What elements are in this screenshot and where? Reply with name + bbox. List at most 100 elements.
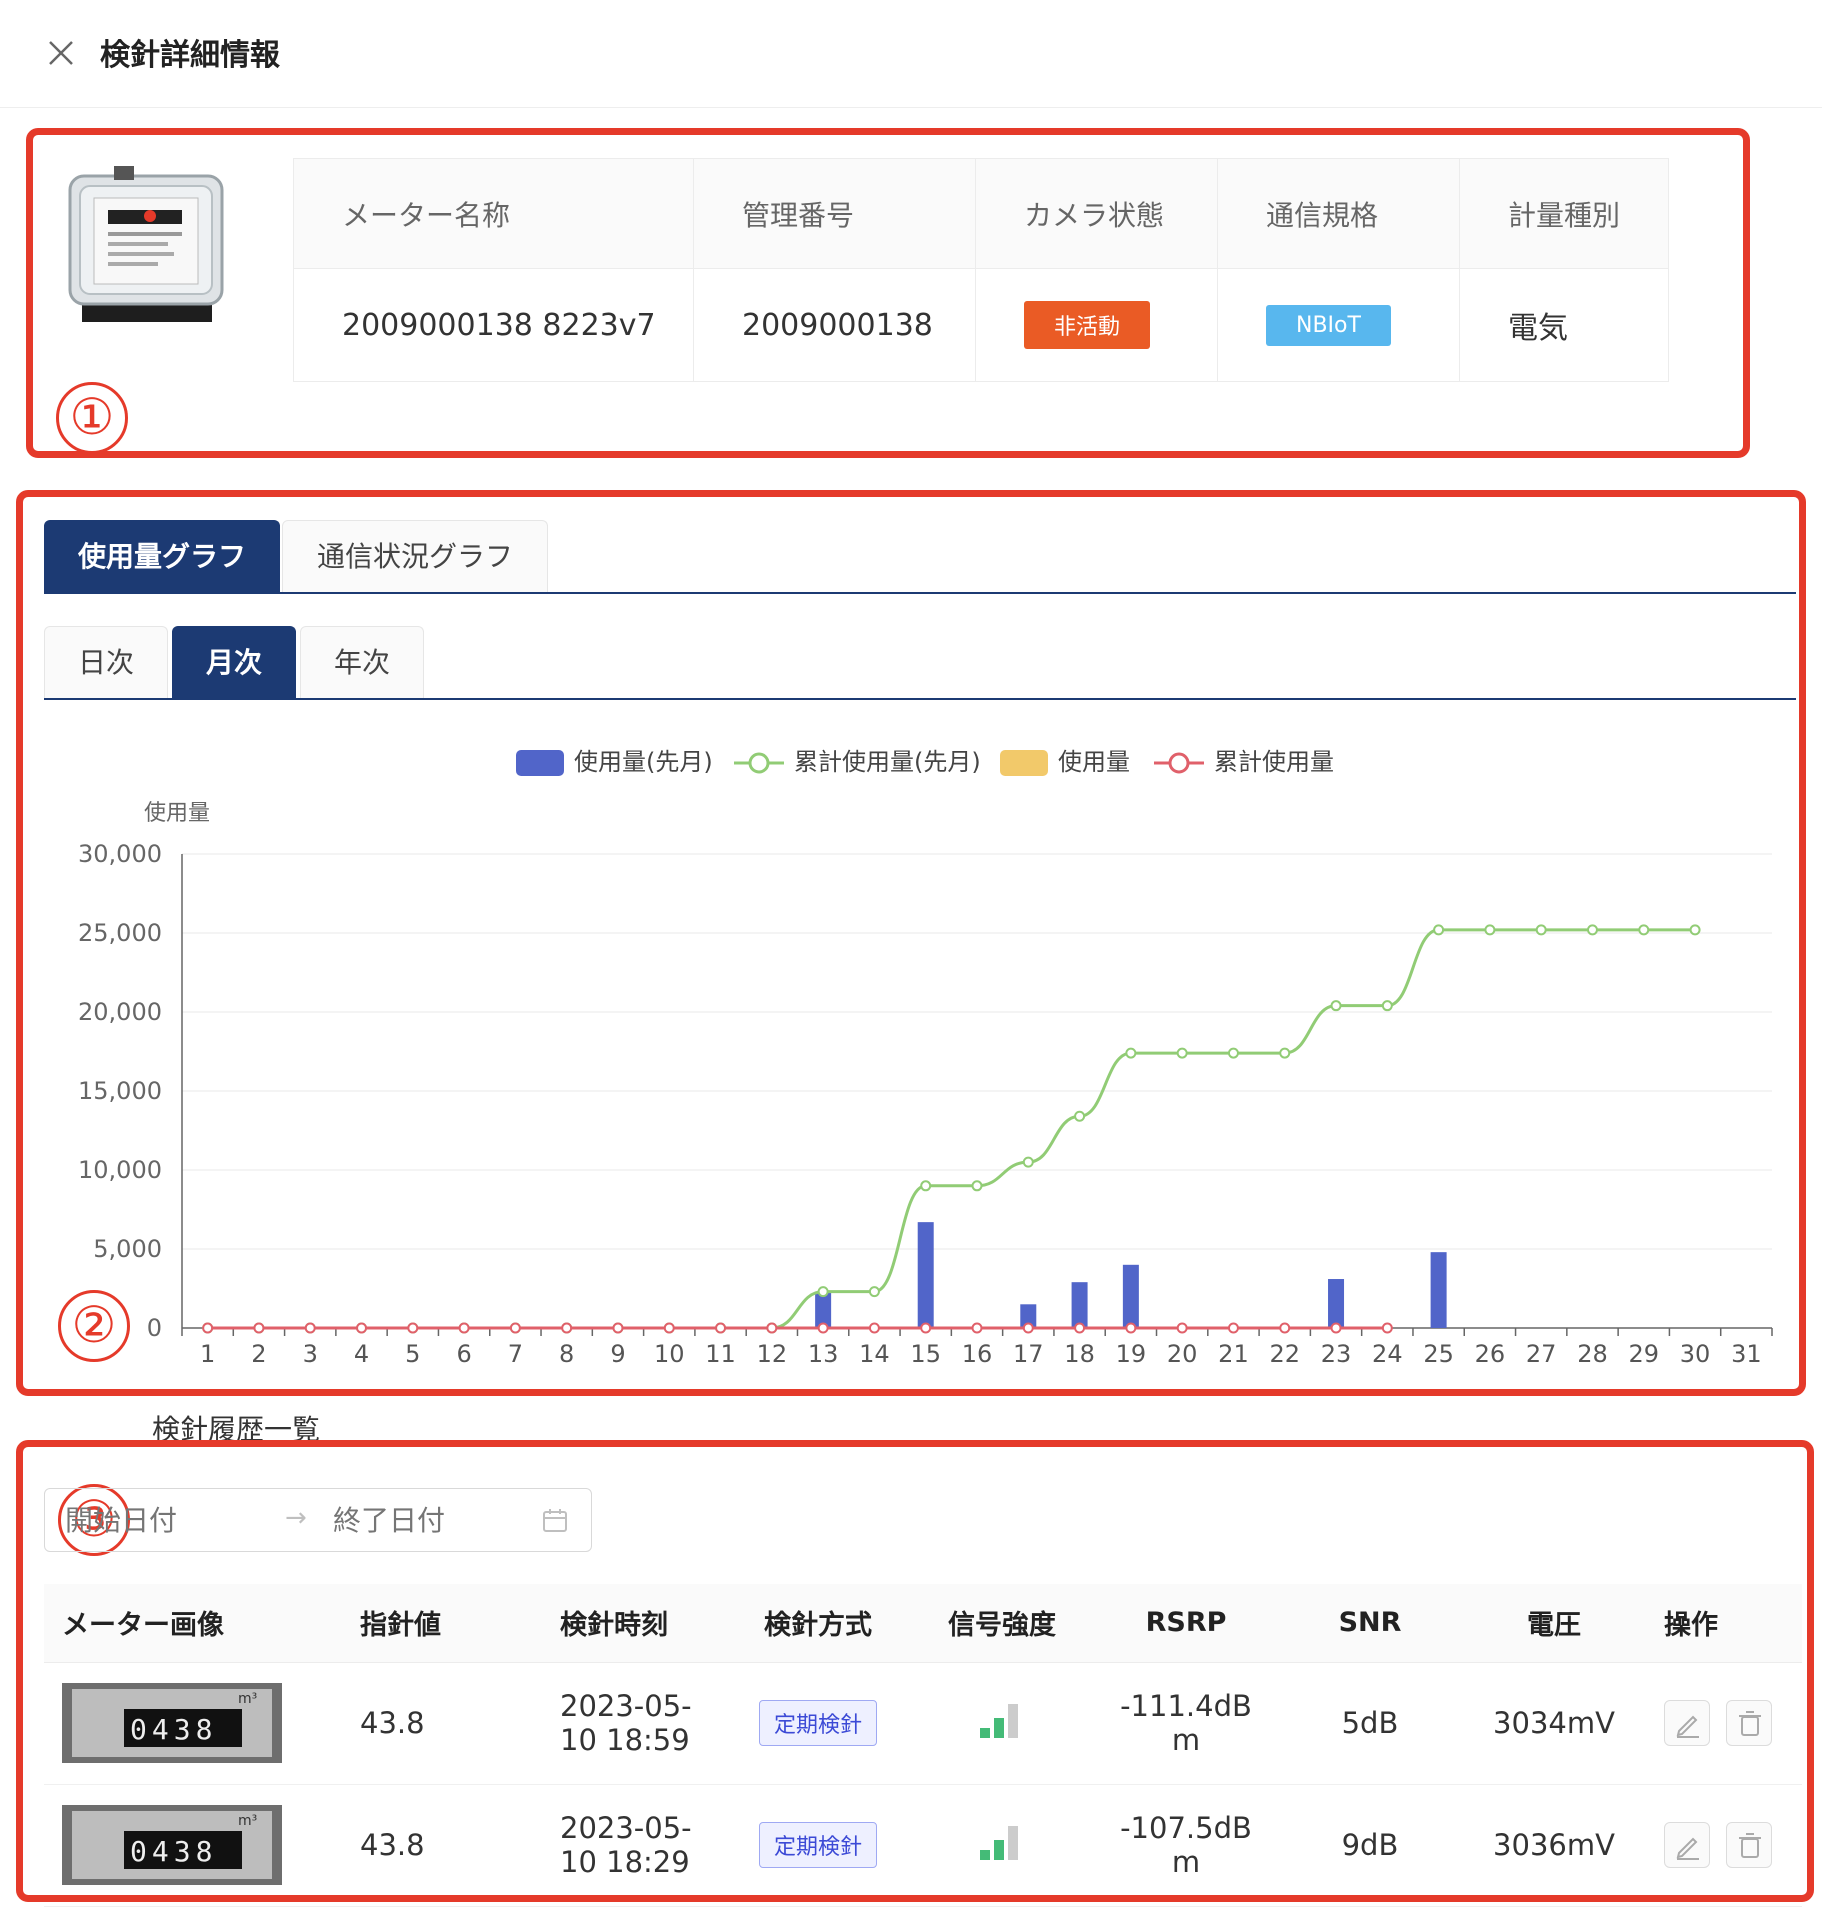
table-row: 0438 m³ 43.8 2023-05- 10 18:29 定期検針 -107.…	[44, 1784, 1802, 1907]
start-date-input[interactable]	[65, 1504, 245, 1537]
legend-label-cumulative: 累計使用量	[1214, 748, 1334, 776]
point-cumulative-prev	[1022, 1156, 1034, 1168]
meter-reading-thumbnail[interactable]: 0438 m³	[62, 1683, 282, 1763]
reading-value: 43.8	[342, 1784, 542, 1907]
point-cumulative-prev	[1125, 1047, 1137, 1059]
y-axis-label: 使用量	[144, 801, 210, 826]
rsrp-value: -111.4dB m	[1094, 1662, 1278, 1785]
point-cumulative-current	[202, 1322, 214, 1334]
tab-daily[interactable]: 日次	[44, 626, 168, 698]
date-range-picker[interactable]: →	[44, 1488, 592, 1552]
reading-date: 2023-05-	[560, 1689, 692, 1723]
tab-monthly[interactable]: 月次	[172, 626, 296, 698]
col-voltage: 電圧	[1462, 1584, 1646, 1663]
thumbnail-digits: 0438	[130, 1835, 217, 1868]
reading-time: 2023-05- 10 18:29	[542, 1784, 726, 1907]
x-tick-label: 18	[1064, 1340, 1095, 1368]
rsrp-line1: -107.5dB	[1120, 1811, 1252, 1845]
column-meter-name: メーター名称	[293, 158, 694, 269]
point-cumulative-current	[1176, 1322, 1188, 1334]
legend-swatch-bar-current	[1000, 750, 1048, 776]
series-line-cumulative-prev	[207, 928, 1696, 1330]
signal-bars-icon	[980, 1703, 1018, 1738]
signal-strength-cell	[910, 1784, 1094, 1907]
rsrp-value: -107.5dB m	[1094, 1784, 1278, 1907]
point-cumulative-current	[1279, 1322, 1291, 1334]
reading-value: 43.8	[342, 1662, 542, 1785]
reading-method-tag: 定期検針	[758, 1700, 877, 1746]
actions-cell	[1646, 1662, 1802, 1785]
reading-clock: 10 18:59	[560, 1723, 690, 1757]
x-tick-label: 31	[1731, 1340, 1762, 1368]
col-rsrp: RSRP	[1094, 1584, 1278, 1663]
edit-button[interactable]	[1664, 1822, 1710, 1868]
legend-item-usage-prev[interactable]: 使用量(先月)	[516, 742, 713, 777]
y-tick-label: 5,000	[93, 1235, 162, 1263]
point-cumulative-prev	[1330, 1000, 1342, 1012]
edit-button[interactable]	[1664, 1700, 1710, 1746]
x-tick-label: 9	[610, 1340, 625, 1368]
legend-label-usage: 使用量	[1058, 748, 1130, 776]
legend-item-usage[interactable]: 使用量	[1000, 742, 1130, 777]
point-cumulative-current	[1074, 1322, 1086, 1334]
voltage-value: 3034mV	[1462, 1662, 1646, 1785]
tab-usage-graph[interactable]: 使用量グラフ	[44, 520, 280, 592]
thumbnail-unit: m³	[238, 1813, 257, 1829]
camera-status-cell: 非活動	[975, 268, 1218, 382]
col-reading-method: 検針方式	[726, 1584, 910, 1663]
end-date-input[interactable]	[333, 1504, 513, 1537]
point-cumulative-prev	[920, 1180, 932, 1192]
page-title: 検針詳細情報	[100, 38, 280, 73]
x-tick-label: 2	[251, 1340, 266, 1368]
thumbnail-digits: 0438	[130, 1713, 217, 1746]
snr-value: 5dB	[1278, 1662, 1462, 1785]
point-cumulative-current	[663, 1322, 675, 1334]
point-cumulative-current	[817, 1322, 829, 1334]
reading-method-tag: 定期検針	[758, 1822, 877, 1868]
point-cumulative-prev	[1689, 924, 1701, 936]
legend-swatch-line-prev	[734, 752, 784, 774]
thumbnail-unit: m³	[238, 1691, 257, 1707]
x-tick-label: 5	[405, 1340, 420, 1368]
point-cumulative-current	[561, 1322, 573, 1334]
meter-reading-thumbnail[interactable]: 0438 m³	[62, 1805, 282, 1885]
x-tick-label: 22	[1269, 1340, 1300, 1368]
history-header-row: メーター画像 指針値 検針時刻 検針方式 信号強度 RSRP SNR 電圧 操作	[44, 1584, 1802, 1663]
col-snr: SNR	[1278, 1584, 1462, 1663]
bar-usage-prev	[1328, 1279, 1345, 1328]
tab-yearly[interactable]: 年次	[300, 626, 424, 698]
point-cumulative-prev	[817, 1286, 829, 1298]
tab-comm-graph[interactable]: 通信状況グラフ	[282, 520, 548, 592]
bar-usage-prev	[1071, 1282, 1088, 1328]
meter-image-cell: 0438 m³	[44, 1662, 342, 1785]
legend-label-usage-prev: 使用量(先月)	[574, 748, 713, 776]
meter-name-value: 2009000138 8223v7	[293, 268, 694, 382]
col-reading-time: 検針時刻	[542, 1584, 726, 1663]
legend-item-cumulative[interactable]: 累計使用量	[1154, 742, 1334, 777]
reading-date: 2023-05-	[560, 1811, 692, 1845]
y-tick-label: 10,000	[78, 1156, 162, 1184]
bar-usage-prev	[917, 1222, 934, 1328]
col-signal-strength: 信号強度	[910, 1584, 1094, 1663]
close-icon[interactable]	[44, 36, 78, 70]
reading-time: 2023-05- 10 18:59	[542, 1662, 726, 1785]
x-tick-label: 3	[303, 1340, 318, 1368]
edit-icon	[1676, 1715, 1699, 1738]
point-cumulative-current	[1125, 1322, 1137, 1334]
point-cumulative-prev	[1176, 1047, 1188, 1059]
x-tick-label: 25	[1423, 1340, 1454, 1368]
actions-cell	[1646, 1784, 1802, 1907]
calendar-icon[interactable]	[541, 1507, 569, 1535]
legend-item-cumulative-prev[interactable]: 累計使用量(先月)	[734, 742, 981, 777]
x-tick-label: 4	[354, 1340, 369, 1368]
legend-label-cumulative-prev: 累計使用量(先月)	[794, 748, 981, 776]
legend-swatch-line-current	[1154, 752, 1204, 774]
delete-button[interactable]	[1726, 1700, 1772, 1746]
management-no-value: 2009000138	[693, 268, 976, 382]
point-cumulative-prev	[1484, 924, 1496, 936]
column-camera-status: カメラ状態	[975, 158, 1218, 269]
voltage-value: 3036mV	[1462, 1784, 1646, 1907]
delete-button[interactable]	[1726, 1822, 1772, 1868]
bar-usage-prev	[1122, 1264, 1139, 1328]
point-cumulative-current	[1330, 1322, 1342, 1334]
